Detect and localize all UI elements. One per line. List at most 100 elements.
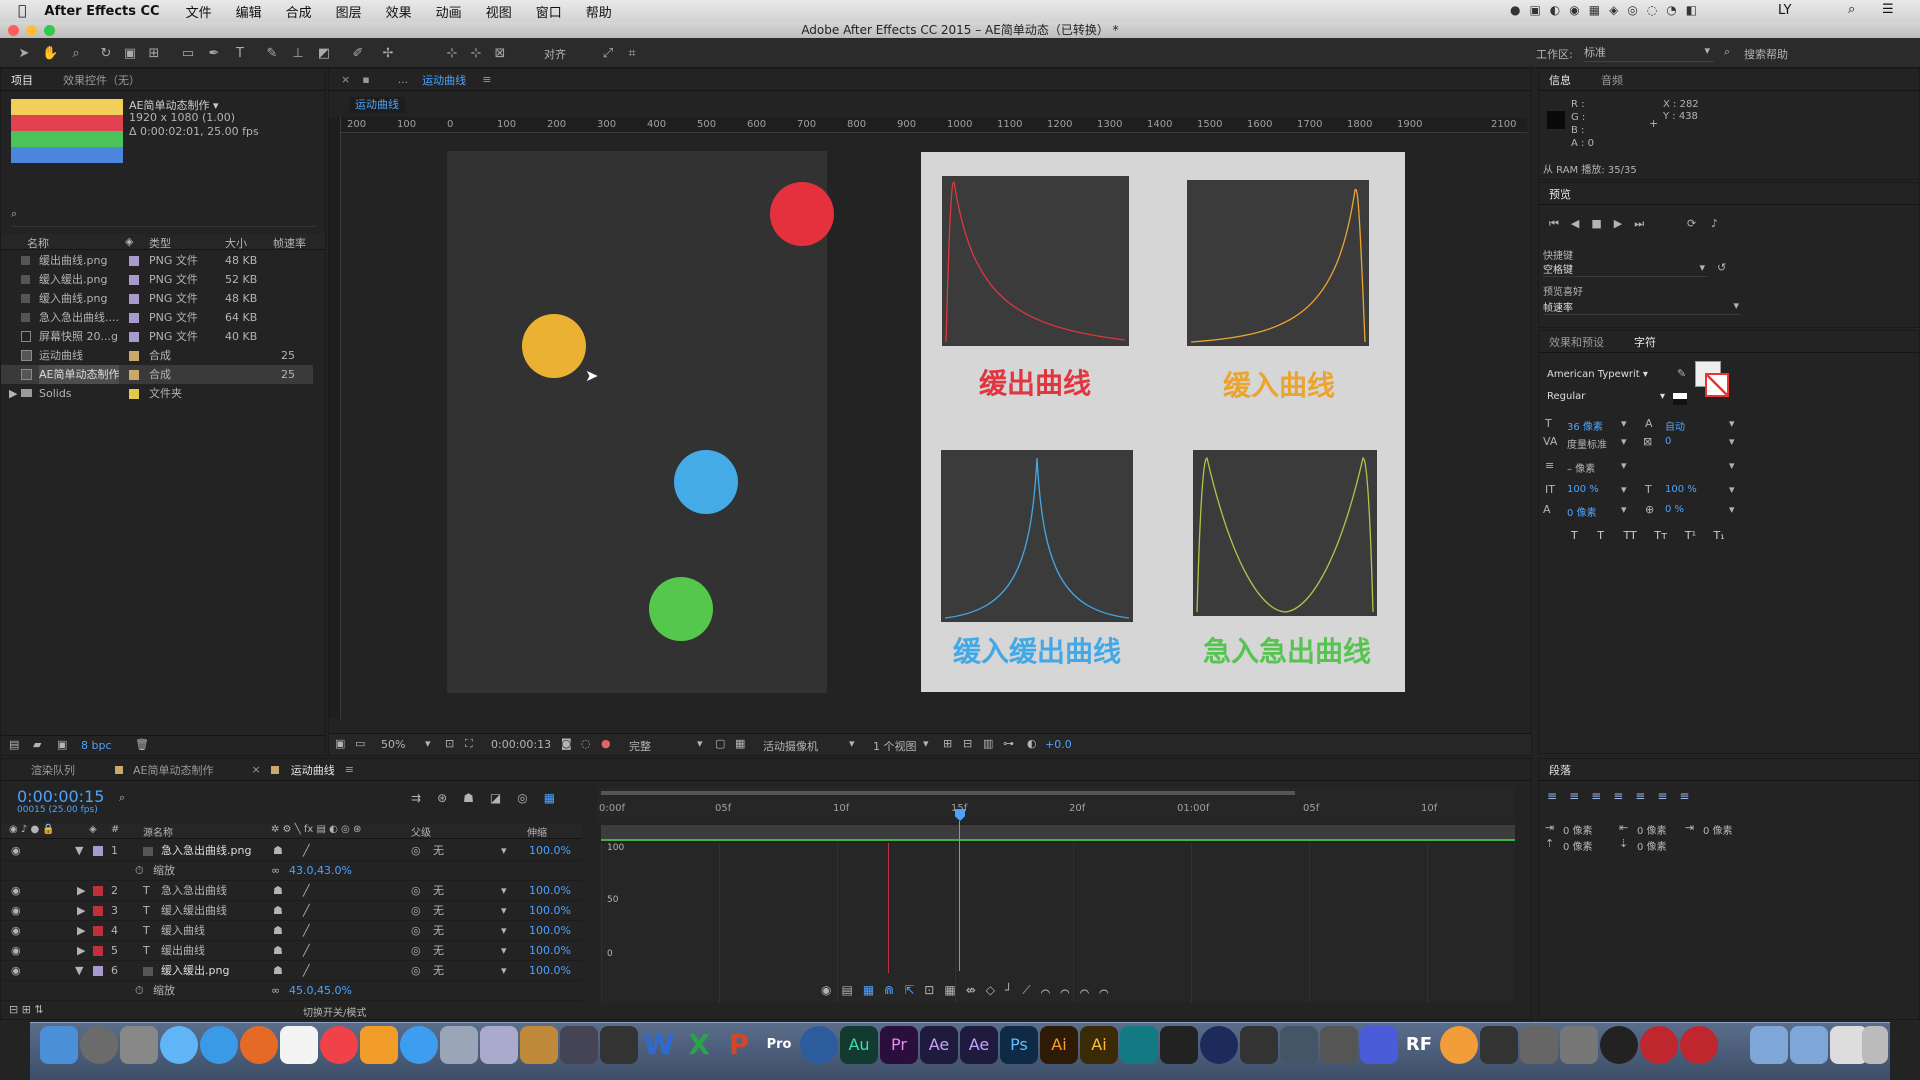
minimize-window-button[interactable] — [26, 25, 37, 36]
menu-animation[interactable]: 动画 — [436, 2, 462, 21]
system-prefs-icon[interactable] — [120, 1026, 158, 1064]
menu-window[interactable]: 窗口 — [536, 2, 562, 21]
camera-select[interactable]: 活动摄像机 — [763, 738, 818, 754]
snap-grid-icon[interactable]: ⌗ — [624, 46, 640, 62]
maya-icon[interactable] — [1120, 1026, 1158, 1064]
expand-switches-icon[interactable]: ⊟ ⊞ ⇅ — [9, 1003, 44, 1016]
layer-row[interactable]: ◉ ▶ 4 T 缓入曲线 ☗ ╱ ◎ 无 ▾ 100.0% — [1, 921, 581, 941]
app-store-icon[interactable] — [400, 1026, 438, 1064]
pan-behind-tool-icon[interactable]: ⊞ — [146, 46, 162, 62]
zoom-graph-icon[interactable]: ▦ — [944, 983, 965, 997]
premiere-icon[interactable]: Pr — [880, 1026, 918, 1064]
twirl-right-icon[interactable]: ▶ — [77, 921, 85, 941]
reset-icon[interactable]: ↺ — [1717, 261, 1726, 274]
quality-icon[interactable]: ╱ — [303, 921, 310, 941]
label-swatch[interactable] — [129, 275, 139, 285]
search-icon[interactable]: ⌕ — [1724, 45, 1730, 59]
transparency-grid-icon[interactable]: ▦ — [735, 737, 745, 750]
hold-icon[interactable]: ┘ — [1005, 983, 1022, 997]
photoshop-icon[interactable]: Ps — [1000, 1026, 1038, 1064]
align-right-icon[interactable]: ≡ — [1591, 789, 1613, 803]
subscript-button[interactable]: T₁ — [1714, 529, 1725, 542]
layer-row[interactable]: ◉ ▼ 6 缓入缓出.png ☗ ╱ ◎ 无 ▾ 100.0% — [1, 961, 581, 981]
cinema4d-icon[interactable] — [1200, 1026, 1238, 1064]
align-left-icon[interactable]: ≡ — [1547, 789, 1569, 803]
search-icon[interactable]: ⌕ — [119, 791, 125, 805]
indent-left-field[interactable]: 0 像素 — [1563, 822, 1593, 837]
snapshot-icon[interactable]: ◙ — [561, 737, 572, 750]
compressor-icon[interactable] — [1520, 1026, 1558, 1064]
layer-row[interactable]: ◉ ▶ 5 T 缓出曲线 ☗ ╱ ◎ 无 ▾ 100.0% — [1, 941, 581, 961]
layer-label-swatch[interactable] — [93, 946, 103, 956]
parent-pickwhip-icon[interactable]: ◎ — [411, 921, 421, 941]
layer-label-swatch[interactable] — [93, 886, 103, 896]
close-tab-icon[interactable]: × — [341, 73, 350, 86]
ibooks-icon[interactable] — [360, 1026, 398, 1064]
quality-icon[interactable]: ╱ — [303, 901, 310, 921]
parent-pickwhip-icon[interactable]: ◎ — [411, 841, 421, 861]
after-effects-2-icon[interactable]: Ae — [960, 1026, 998, 1064]
comp-lock-icon[interactable]: ▪ — [362, 73, 369, 86]
keynote-icon[interactable] — [520, 1026, 558, 1064]
search-help-field[interactable]: 搜索帮助 — [1744, 46, 1788, 62]
col-type[interactable]: 类型 — [149, 235, 171, 251]
current-time[interactable]: 0:00:00:13 — [491, 738, 551, 751]
small-caps-button[interactable]: Tт — [1654, 529, 1667, 542]
motion-blur-icon[interactable]: ◎ — [517, 791, 543, 805]
graph-type-icon[interactable]: ▤ — [841, 983, 862, 997]
tab-audio[interactable]: 音频 — [1601, 72, 1623, 88]
justify-center-icon[interactable]: ≡ — [1635, 789, 1657, 803]
interpret-footage-icon[interactable]: ▤ — [9, 738, 19, 751]
selection-tool-icon[interactable]: ➤ — [16, 46, 32, 62]
toggle-switches-modes[interactable]: 切换开关/模式 — [303, 1004, 366, 1019]
vertical-scale-field[interactable]: 100 % — [1567, 484, 1599, 495]
shy-icon[interactable]: ☗ — [273, 941, 283, 961]
clapper-icon[interactable] — [600, 1026, 638, 1064]
stopwatch-icon[interactable]: ⏱ — [135, 861, 144, 881]
show-snapshot-icon[interactable]: ◌ — [581, 737, 591, 750]
photos-icon[interactable] — [1440, 1026, 1478, 1064]
label-swatch[interactable] — [129, 389, 139, 399]
col-stretch[interactable]: 伸缩 — [527, 824, 547, 839]
parent-pickwhip-icon[interactable]: ◎ — [411, 961, 421, 981]
spotlight-icon[interactable]: ⌕ — [1848, 2, 1855, 17]
list-item[interactable]: 屏幕快照 20...g PNG 文件 40 KB — [1, 327, 313, 346]
baseline-shift-field[interactable]: 0 像素 — [1567, 504, 1597, 519]
layer-property-row[interactable]: ⏱ 缩放 ∞ 43.0,43.0% — [1, 861, 581, 881]
black-white-swatch[interactable] — [1673, 393, 1687, 405]
app-menu[interactable]: After Effects CC — [44, 4, 159, 19]
channel-icon[interactable]: ● — [601, 737, 611, 750]
parent-pickwhip-icon[interactable]: ◎ — [411, 901, 421, 921]
blue-ball[interactable] — [674, 450, 738, 514]
stroke-width-field[interactable]: – 像素 — [1567, 460, 1595, 475]
loop-icon[interactable]: ⟳ — [1687, 217, 1696, 230]
tab-character[interactable]: 字符 — [1634, 334, 1656, 350]
layer-row[interactable]: ◉ ▼ 1 急入急出曲线.png ☗ ╱ ◎ 无 ▾ 100.0% — [1, 841, 581, 861]
constrain-link-icon[interactable]: ∞ — [271, 861, 280, 881]
time-ruler[interactable]: 0:00f 05f 10f 15f 20f 01:00f 05f 10f — [597, 787, 1515, 823]
safe-zones-icon[interactable]: ⛶ — [465, 737, 473, 751]
ease-in-icon[interactable]: ⌒ — [1080, 983, 1100, 997]
calendar-icon[interactable] — [280, 1026, 318, 1064]
draft-3d-icon[interactable]: ⊛ — [437, 791, 463, 805]
toggle-pixel-icon[interactable]: ⊞ — [943, 737, 952, 750]
resolution-select[interactable]: 完整 — [629, 738, 651, 754]
easy-ease-icon[interactable]: ⌒ — [1060, 983, 1080, 997]
blender-icon[interactable] — [1280, 1026, 1318, 1064]
col-parent[interactable]: 父级 — [411, 824, 431, 839]
brush-tool-icon[interactable]: ✎ — [264, 46, 280, 62]
project-search-input[interactable]: ⌕ — [11, 207, 317, 227]
list-item[interactable]: AE简单动态制作 合成 25 — [1, 365, 313, 384]
snap-graph-icon[interactable]: ⋒ — [884, 983, 904, 997]
font-family-select[interactable]: American Typewrit ▾ — [1547, 369, 1667, 380]
notification-icon[interactable]: ☰ — [1882, 2, 1894, 17]
new-folder-icon[interactable]: ▰ — [33, 738, 41, 751]
close-tab-icon[interactable]: × — [251, 763, 260, 776]
list-item[interactable]: 缓入曲线.png PNG 文件 48 KB — [1, 289, 313, 308]
expand-arrow-icon[interactable]: ▶ — [9, 384, 17, 403]
tsume-field[interactable]: 0 % — [1665, 504, 1684, 515]
layer-label-swatch[interactable] — [93, 966, 103, 976]
layer-row[interactable]: ◉ ▶ 2 T 急入急出曲线 ☗ ╱ ◎ 无 ▾ 100.0% — [1, 881, 581, 901]
timeline-icon[interactable]: ▥ — [983, 737, 993, 750]
show-reference-icon[interactable]: ▦ — [863, 983, 884, 997]
